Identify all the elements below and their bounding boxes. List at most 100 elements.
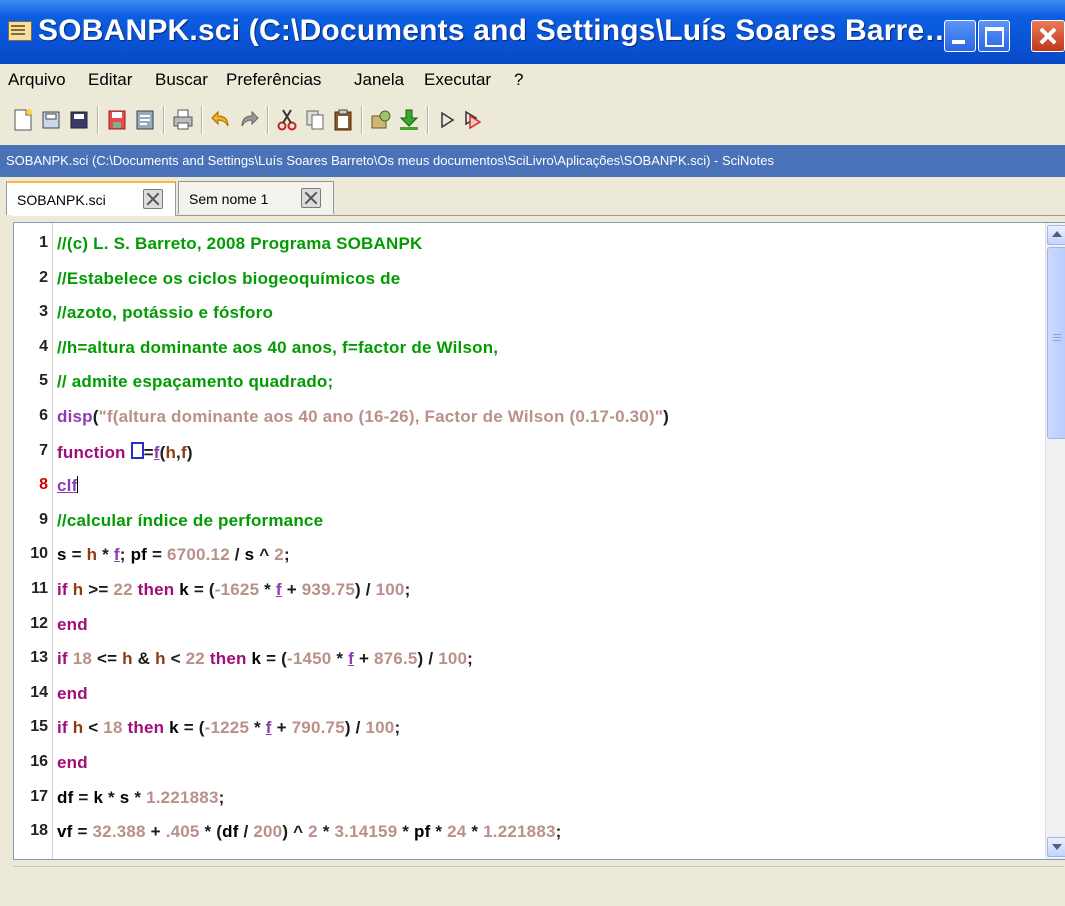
save-icon[interactable] [106,108,128,132]
line-number: 5 [39,372,48,390]
code-token: k [179,580,189,599]
minimize-button[interactable] [944,20,976,52]
code-token: = [72,822,93,842]
tab-label: Sem nome 1 [189,191,269,207]
title-bar[interactable]: SOBANPK.sci (C:\Documents and Settings\L… [0,0,1065,65]
close-button[interactable] [1031,20,1065,52]
code-line[interactable]: //azoto, potássio e fósforo [57,303,273,323]
close-tab-icon[interactable] [301,188,321,208]
tab-label: SOBANPK.sci [17,192,106,208]
code-token: 100 [365,718,395,738]
code-line[interactable]: //(c) L. S. Barreto, 2008 Programa SOBAN… [57,234,423,254]
line-number: 18 [30,822,48,840]
code-token: 18 [72,649,93,669]
copy-icon[interactable] [304,108,326,132]
scroll-up-arrow-icon[interactable] [1047,225,1065,245]
code-line[interactable]: function =f(h,f) [57,441,193,463]
code-token: //Estabelece os ciclos biogeoquímicos de [57,268,401,288]
output-brackets-icon [130,441,144,459]
tab-strip: SOBANPK.sci Sem nome 1 [0,177,1065,216]
code-token: then [132,580,180,599]
code-token: ; [467,649,474,669]
code-token: / [238,822,254,842]
code-token: / [229,545,245,565]
code-token: * [249,718,266,738]
code-line[interactable]: clf [57,476,79,496]
code-line[interactable]: df = k * s * 1.221883; [57,788,224,808]
code-token: k [93,787,104,807]
menu-executar[interactable]: Executar [424,70,491,90]
code-token: + [354,649,374,669]
maximize-button[interactable] [978,20,1010,52]
tab-sem-nome-1[interactable]: Sem nome 1 [178,181,334,214]
load-into-scilab-icon[interactable] [398,108,420,132]
code-line[interactable]: //calcular índice de performance [57,511,323,531]
code-line[interactable]: if 18 <= h & h < 22 then k = (-1450 * f … [57,649,473,669]
scinotes-app-icon [8,21,32,41]
code-line[interactable]: end [57,615,88,635]
run-selection-icon[interactable] [462,108,484,132]
cut-icon[interactable] [276,108,298,132]
text-caret [77,476,79,494]
open-file-icon[interactable] [40,108,62,132]
run-icon[interactable] [436,108,458,132]
code-line[interactable]: vf = 32.388 + .405 * (df / 200) ^ 2 * 3.… [57,822,562,842]
code-token: if [57,580,73,599]
code-editor[interactable]: 1 2 3 4 5 6 7 8 9 10 11 12 13 14 15 16 17 18 //(c) L. S. … [13,222,1065,860]
scroll-down-arrow-icon[interactable] [1047,837,1065,857]
menu-arquivo[interactable]: Arquivo [8,70,66,90]
line-number: 10 [30,545,48,563]
code-token: 24 [447,822,467,842]
undo-icon[interactable] [210,108,232,132]
code-token: * [97,545,114,565]
tab-sobanpk[interactable]: SOBANPK.sci [6,181,176,216]
code-token: function [57,442,131,462]
execute-file-icon[interactable] [370,108,392,132]
file-path-bar: SOBANPK.sci (C:\Documents and Settings\L… [0,145,1065,177]
code-line[interactable]: // admite espaçamento quadrado; [57,372,333,392]
menu-help[interactable]: ? [514,70,523,90]
menu-buscar[interactable]: Buscar [155,70,208,90]
code-token: -1225 [204,718,250,738]
save-as-icon[interactable] [134,108,156,132]
code-token: ; [119,545,131,565]
toolbar-separator [97,106,99,134]
code-line[interactable]: disp("f(altura dominante aos 40 ano (16-… [57,407,669,427]
code-area[interactable]: //(c) L. S. Barreto, 2008 Programa SOBAN… [57,223,1037,859]
vertical-scrollbar[interactable] [1045,223,1065,859]
redo-icon[interactable] [238,108,260,132]
code-line[interactable]: if h >= 22 then k = (-1625 * f + 939.75)… [57,580,410,600]
new-file-icon[interactable] [12,108,34,132]
open-folder-icon[interactable] [68,108,90,132]
code-line[interactable]: //Estabelece os ciclos biogeoquímicos de [57,269,400,289]
code-token: ) [663,407,669,426]
code-line[interactable]: end [57,753,88,773]
code-line[interactable]: s = h * f; pf = 6700.12 / s ^ 2; [57,545,290,565]
menu-editar[interactable]: Editar [88,70,132,90]
scroll-thumb[interactable] [1047,247,1065,439]
code-token: //h=altura dominante aos 40 anos, f=fact… [57,337,499,357]
code-token: then [204,649,252,669]
code-token: h [155,649,166,669]
close-tab-icon[interactable] [143,189,163,209]
code-line[interactable]: //h=altura dominante aos 40 anos, f=fact… [57,338,498,358]
code-line[interactable]: end [57,684,88,704]
code-line[interactable]: if h < 18 then k = (-1225 * f + 790.75) … [57,718,400,738]
menu-janela[interactable]: Janela [354,70,404,90]
code-token: vf [57,822,73,842]
line-number: 13 [30,649,48,667]
status-bar [13,866,1064,899]
menu-preferencias[interactable]: Preferências [226,70,321,90]
print-icon[interactable] [172,108,194,132]
code-token: df [57,787,74,807]
code-token: 1.221883 [146,787,219,807]
paste-icon[interactable] [332,108,354,132]
line-number: 17 [30,787,48,805]
toolbar [0,98,1065,142]
code-token: 790.75 [291,718,345,738]
code-token: 2 [308,822,318,842]
code-token: //azoto, potássio e fósforo [57,303,274,323]
code-token: * [331,649,349,669]
code-token: 2 [274,545,284,565]
code-token: ) [186,442,193,462]
